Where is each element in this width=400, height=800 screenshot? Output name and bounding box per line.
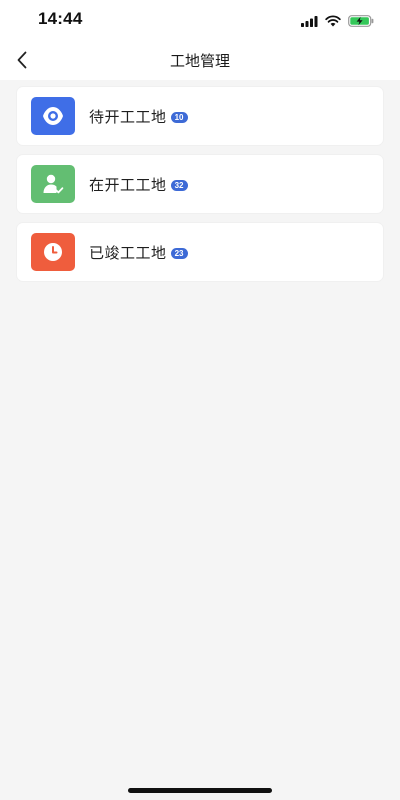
- page-title: 工地管理: [169, 52, 230, 70]
- status-time: 14:44: [38, 9, 83, 28]
- nav-bar: 工地管理: [0, 40, 400, 80]
- home-indicator[interactable]: [128, 788, 272, 793]
- status-icons: [301, 12, 374, 31]
- battery-charging-icon: [348, 12, 374, 31]
- card-icon-bg: [31, 97, 75, 135]
- location-target-icon: [43, 107, 63, 125]
- site-card-active[interactable]: 在开工工地 32: [17, 155, 383, 213]
- site-label: 待开工工地: [89, 107, 167, 126]
- count-badge: 10: [170, 111, 188, 123]
- clock-icon: [44, 243, 62, 261]
- site-label: 已竣工工地: [89, 243, 167, 262]
- site-label: 在开工工地: [89, 175, 167, 194]
- signal-icon: [301, 12, 318, 31]
- user-check-icon: [43, 174, 64, 194]
- wifi-icon: [325, 12, 341, 31]
- count-badge: 32: [170, 179, 188, 191]
- count-badge: 23: [170, 247, 188, 259]
- site-card-pending[interactable]: 待开工工地 10: [17, 87, 383, 145]
- site-card-completed[interactable]: 已竣工工地 23: [17, 223, 383, 281]
- card-icon-bg: [31, 165, 75, 203]
- status-bar: 14:44: [0, 0, 400, 40]
- card-icon-bg: [31, 233, 75, 271]
- site-list: 待开工工地 10 在开工工地 32 已竣工工地 23: [17, 87, 383, 291]
